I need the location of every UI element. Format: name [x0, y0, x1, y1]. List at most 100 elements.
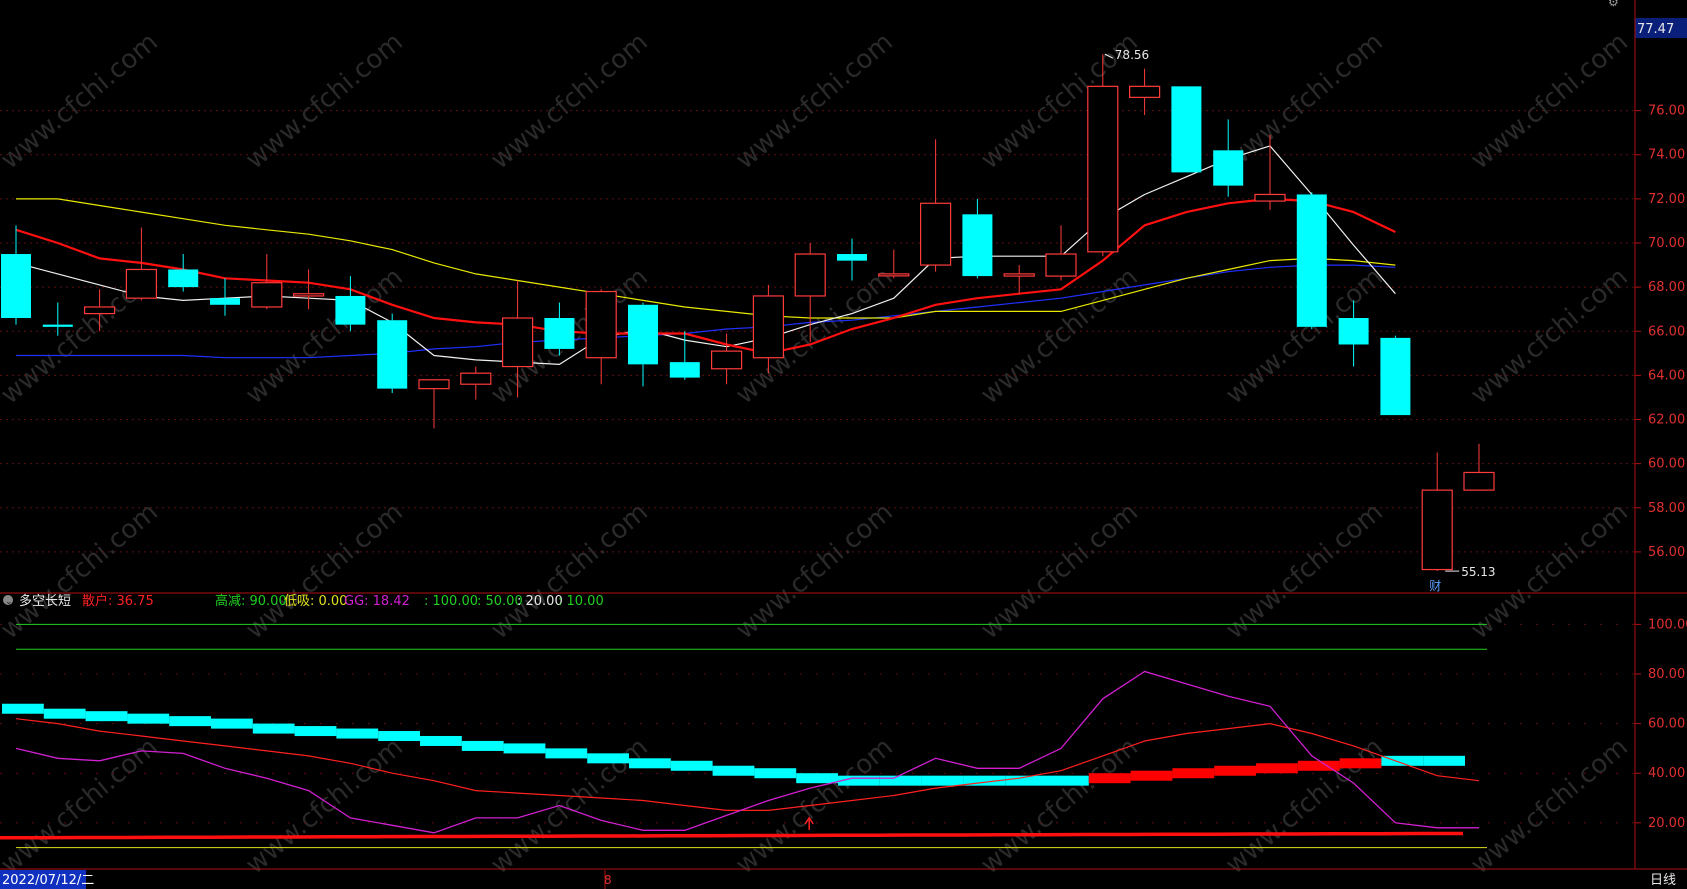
candle [1128, 68, 1161, 116]
candle-body-down [1338, 318, 1369, 345]
trend-band-segment [461, 740, 504, 751]
financial-report-marker[interactable]: 财 [1429, 579, 1441, 593]
candle-body-up [585, 290, 617, 359]
price-tick-label: 68.00 [1648, 280, 1685, 295]
price-tick-label: 60.00 [1648, 457, 1685, 472]
candle [1171, 86, 1202, 173]
candle-body-down [544, 318, 575, 349]
watermark-text: www.cfchi.com [240, 27, 409, 175]
watermark-text: www.cfchi.com [730, 732, 899, 880]
candle-body-down [1171, 86, 1202, 173]
trend-band-segment [879, 775, 922, 786]
watermark-text: www.cfchi.com [975, 497, 1144, 645]
trend-band-segment [629, 758, 671, 769]
trend-band-segment [1172, 768, 1215, 779]
candle [669, 331, 700, 380]
indicator-value-10: : 10.00 [558, 594, 604, 609]
price-tick-label: 66.00 [1648, 324, 1685, 339]
trend-band-segment [211, 718, 253, 729]
candle-body-down [210, 298, 240, 305]
candle-body-up [710, 350, 743, 370]
candle [460, 366, 492, 400]
trend-band-segment [2, 703, 44, 714]
gg-line [15, 670, 1479, 834]
candle [377, 313, 408, 394]
high-price-label: 78.56 [1115, 48, 1149, 62]
trend-band-segment [1256, 763, 1298, 774]
candle-body-up [1421, 489, 1453, 571]
watermark-text: www.cfchi.com [975, 732, 1144, 880]
trend-band-segment [1214, 765, 1256, 776]
candle [962, 198, 993, 279]
trend-band-segment [252, 723, 295, 734]
watermark-text: www.cfchi.com [730, 497, 899, 645]
watermark-text: www.cfchi.com [730, 27, 899, 175]
indicator-tick-label: 100.00 [1648, 617, 1687, 632]
trend-band-segment [85, 711, 128, 722]
watermark-text: www.cfchi.com [1220, 497, 1389, 645]
price-tick-label: 62.00 [1648, 413, 1685, 428]
indicator-value-20: : 20.00 [517, 594, 563, 609]
candle-body-up [794, 253, 826, 297]
trend-band-segment [1423, 755, 1465, 766]
candle [628, 302, 658, 387]
candle-body-up [293, 293, 325, 297]
trend-band-segment [169, 716, 211, 727]
candle-body-up [83, 306, 116, 315]
indicator-series [0, 670, 1480, 840]
watermark-text: www.cfchi.com [485, 497, 654, 645]
trend-band-segment [921, 775, 964, 786]
trend-band-segment [587, 753, 629, 764]
trend-band-segment [1047, 775, 1089, 786]
watermark-text: www.cfchi.com [1465, 27, 1634, 175]
candle-body-down [1380, 337, 1411, 416]
price-tick-label: 64.00 [1648, 368, 1685, 383]
candle-body-down [42, 324, 73, 327]
trend-band-segment [336, 728, 379, 739]
trend-band-segment [670, 760, 713, 771]
current-price-value: 77.47 [1637, 22, 1674, 37]
candle-body-down [1, 254, 31, 319]
price-tick-label: 58.00 [1648, 501, 1685, 516]
top-header: 77.47 ⚙ ⌃ [1608, 0, 1687, 38]
price-axis: 56.00 58.00 60.00 62.00 64.00 66.00 68.00 70.00… [1635, 104, 1685, 560]
candle [1463, 443, 1495, 491]
trend-band-segment [378, 731, 420, 742]
indicator-value-gaojian: 高减: 90.00 [215, 593, 287, 609]
trend-band-segment [503, 743, 546, 754]
candle-body-down [1296, 194, 1327, 327]
svg-text:⌄: ⌄ [5, 597, 13, 607]
trend-band-segment [1088, 773, 1131, 784]
price-tick-label: 74.00 [1648, 148, 1685, 163]
trend-band-segment [754, 768, 797, 779]
candle [168, 254, 199, 292]
candle-body-down [1213, 150, 1244, 186]
candle-body-down [335, 295, 366, 325]
candle [919, 139, 952, 272]
candle-body-up [125, 268, 158, 299]
candle [1296, 192, 1327, 330]
watermark-text: www.cfchi.com [0, 732, 164, 880]
price-tick-label: 70.00 [1648, 236, 1685, 251]
trend-band-segment [294, 726, 337, 737]
window-controls-icon[interactable]: ⚙ ⌃ [1608, 0, 1633, 9]
trend-band-segment [796, 773, 838, 784]
candle-body-down [377, 320, 408, 389]
price-tick-label: 56.00 [1648, 545, 1685, 560]
candle [335, 276, 366, 332]
candle [1, 225, 31, 325]
candle-body-up [1254, 193, 1286, 202]
price-tick-label: 72.00 [1648, 192, 1685, 207]
ma10-line [15, 197, 1396, 355]
period-selector[interactable]: 日线 [1650, 873, 1676, 888]
trend-band-segment [545, 748, 588, 759]
indicator-value-gg: GG: 18.42 [344, 594, 410, 609]
candle-body-up [1003, 273, 1035, 277]
candle [1380, 335, 1411, 416]
indicator-header: ⌄ 多空长短 散户: 36.75 高减: 90.00 低吸: 0.00 GG: … [3, 593, 604, 609]
watermark-text: www.cfchi.com [485, 27, 654, 175]
candle [585, 289, 617, 385]
candle [837, 238, 867, 281]
candle-body-down [628, 304, 658, 365]
watermark-text: www.cfchi.com [1465, 732, 1634, 880]
